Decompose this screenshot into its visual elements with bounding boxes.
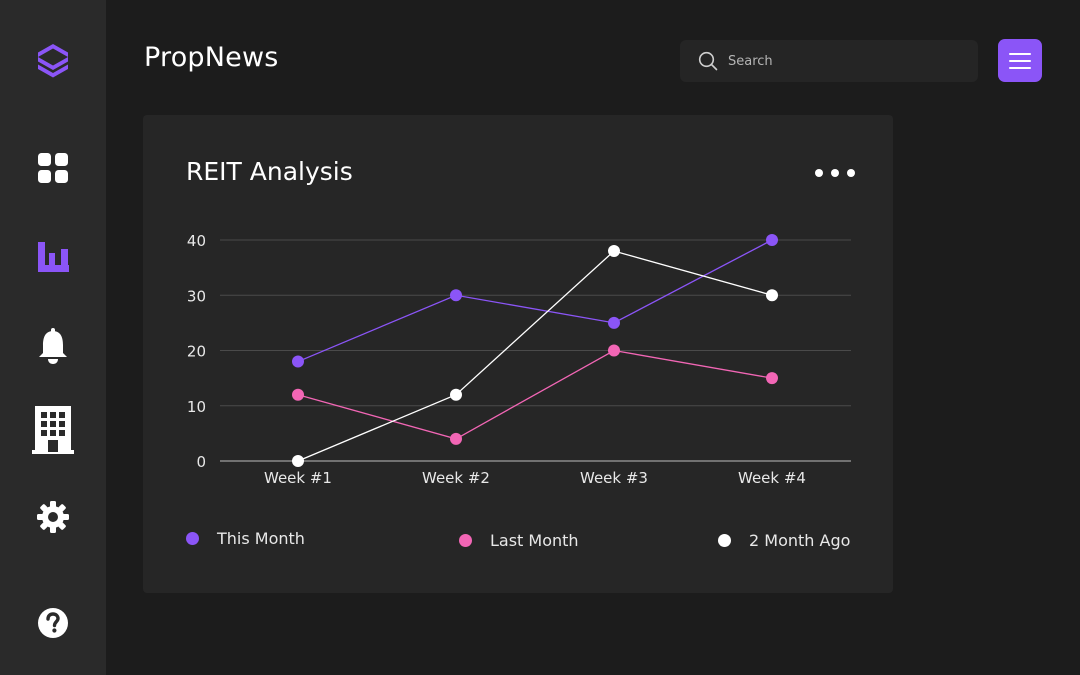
data-point-series-1	[450, 432, 462, 445]
hamburger-line	[1009, 66, 1031, 69]
bell-icon[interactable]	[0, 328, 106, 364]
y-tick-label: 10	[187, 398, 206, 416]
legend-dot-this-month	[186, 532, 199, 545]
data-point-series-2	[766, 289, 778, 302]
x-tick-label: Week #3	[580, 469, 648, 487]
dashboard-icon[interactable]	[0, 151, 106, 185]
legend-this-month[interactable]: This Month	[186, 529, 305, 548]
data-point-series-2	[292, 455, 304, 467]
hamburger-icon	[1009, 52, 1031, 55]
legend-label-last-month: Last Month	[490, 531, 579, 550]
search-input[interactable]	[728, 53, 948, 69]
reit-analysis-card: REIT Analysis 0 10 20 30 40 Week #1 Week #2 Wee…	[143, 115, 893, 593]
legend-last-month[interactable]: Last Month	[459, 531, 579, 550]
x-tick-label: Week #2	[422, 469, 490, 487]
data-point-series-0	[450, 289, 462, 302]
x-tick-label: Week #1	[264, 469, 332, 487]
data-point-series-0	[766, 234, 778, 246]
legend-label-two-month-ago: 2 Month Ago	[749, 531, 851, 550]
series-line-0	[297, 239, 773, 363]
y-tick-label: 30	[187, 287, 206, 305]
hamburger-line	[1009, 59, 1031, 62]
y-tick-label: 0	[196, 453, 206, 471]
line-chart: 0 10 20 30 40 Week #1 Week #2 Week #3 Week #4	[187, 232, 851, 487]
legend-dot-last-month	[459, 534, 472, 547]
series-line-1	[297, 349, 773, 440]
series-line-2	[297, 250, 773, 462]
y-tick-label: 40	[187, 232, 206, 250]
data-point-series-1	[766, 372, 778, 385]
data-point-series-0	[608, 316, 620, 329]
building-icon[interactable]	[0, 405, 106, 455]
data-point-series-2	[450, 388, 462, 401]
legend-two-month-ago[interactable]: 2 Month Ago	[718, 531, 850, 550]
bar-chart-icon[interactable]	[0, 240, 106, 274]
y-tick-label: 20	[187, 343, 206, 361]
data-point-series-1	[608, 344, 620, 357]
search-icon	[698, 51, 718, 71]
legend-dot-two-month-ago	[718, 534, 731, 547]
x-tick-label: Week #4	[738, 469, 806, 487]
data-point-series-2	[608, 245, 620, 258]
help-icon[interactable]	[0, 607, 106, 639]
data-point-series-1	[292, 388, 304, 401]
gear-icon[interactable]	[0, 501, 106, 533]
search-bar[interactable]	[680, 40, 978, 82]
legend-label-this-month: This Month	[217, 529, 305, 548]
sidebar	[0, 0, 106, 675]
logo-icon[interactable]	[0, 40, 106, 82]
data-point-series-0	[292, 355, 304, 368]
brand-title: PropNews	[144, 42, 279, 73]
menu-button[interactable]	[998, 39, 1042, 82]
